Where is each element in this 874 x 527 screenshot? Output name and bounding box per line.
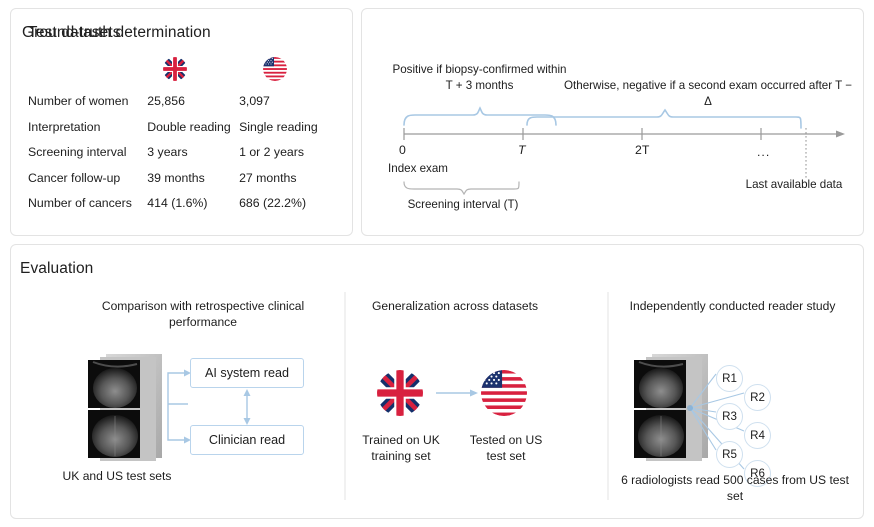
reader-circle-r4: R4	[744, 422, 771, 449]
footer-uk-us-test-sets: UK and US test sets	[52, 468, 182, 484]
section-heading-reader-study: Independently conducted reader study	[620, 298, 845, 314]
row-value-uk: 25,856	[147, 94, 239, 108]
axis-tick-label-2t: 2T	[635, 143, 649, 157]
axis-tick-label-t: T	[518, 143, 526, 157]
uk-flag-icon	[377, 370, 423, 416]
footer-reader-study: 6 radiologists read 500 cases from US te…	[615, 472, 855, 504]
datasets-table: Number of women 25,856 3,097 Interpretat…	[28, 94, 340, 222]
us-flag-icon	[481, 370, 527, 416]
uk-flag-icon	[163, 57, 187, 81]
row-label: Cancer follow-up	[28, 171, 147, 185]
footer-trained-on: Trained on UK training set	[355, 432, 447, 464]
row-label: Screening interval	[28, 145, 147, 159]
footer-tested-on: Tested on US test set	[460, 432, 552, 464]
table-row: Number of cancers 414 (1.6%) 686 (22.2%)	[28, 196, 340, 222]
row-value-us: Single reading	[239, 120, 340, 134]
clinician-read-box: Clinician read	[190, 425, 304, 455]
row-value-us: 1 or 2 years	[239, 145, 340, 159]
row-label: Number of women	[28, 94, 147, 108]
caption-positive-criterion: Positive if biopsy-confirmed within T + …	[392, 62, 567, 93]
caption-last-available-data: Last available data	[726, 177, 862, 193]
section-heading-generalization: Generalization across datasets	[355, 298, 555, 314]
panel-title-ground-truth: Ground-truth determination	[22, 24, 211, 42]
panel-title-evaluation: Evaluation	[20, 260, 93, 278]
axis-tick-label-ellipsis: ...	[757, 145, 770, 159]
table-row: Screening interval 3 years 1 or 2 years	[28, 145, 340, 171]
reader-circle-r5: R5	[716, 441, 743, 468]
table-row: Cancer follow-up 39 months 27 months	[28, 171, 340, 197]
row-value-uk: Double reading	[147, 120, 239, 134]
us-flag-icon	[263, 57, 287, 81]
table-row: Interpretation Double reading Single rea…	[28, 120, 340, 146]
row-value-uk: 39 months	[147, 171, 239, 185]
row-value-uk: 414 (1.6%)	[147, 196, 239, 210]
mammogram-stack-comparison	[84, 352, 188, 464]
row-value-uk: 3 years	[147, 145, 239, 159]
caption-index-exam: Index exam	[375, 161, 461, 177]
table-row: Number of women 25,856 3,097	[28, 94, 340, 120]
section-heading-comparison: Comparison with retrospective clinical p…	[78, 298, 328, 330]
ai-system-read-box: AI system read	[190, 358, 304, 388]
row-label: Interpretation	[28, 120, 147, 134]
row-value-us: 27 months	[239, 171, 340, 185]
caption-negative-criterion: Otherwise, negative if a second exam occ…	[563, 78, 853, 109]
row-value-us: 686 (22.2%)	[239, 196, 340, 210]
reader-circle-r3: R3	[716, 403, 743, 430]
row-value-us: 3,097	[239, 94, 340, 108]
reader-circle-r2: R2	[744, 384, 771, 411]
reader-circle-r1: R1	[716, 365, 743, 392]
row-label: Number of cancers	[28, 196, 147, 210]
axis-tick-label-0: 0	[399, 143, 406, 157]
caption-screening-interval: Screening interval (T)	[392, 197, 534, 213]
